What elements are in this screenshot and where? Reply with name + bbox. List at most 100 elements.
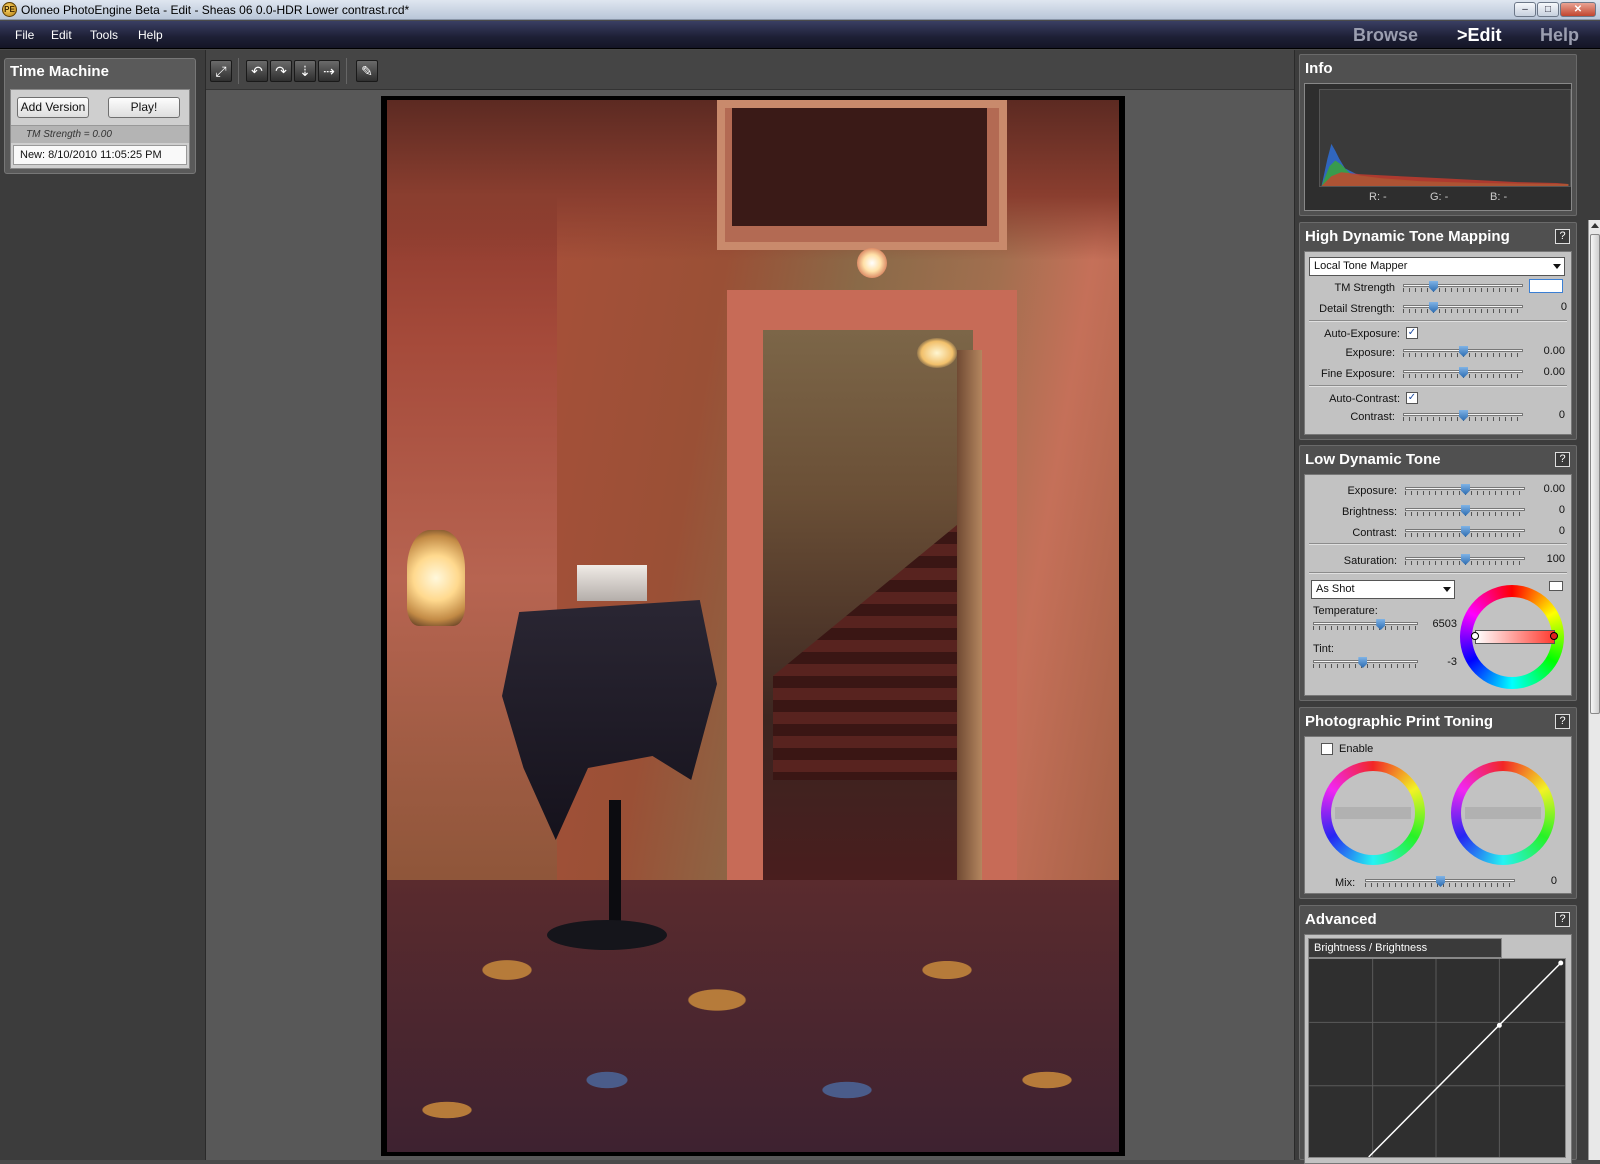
menu-file[interactable]: File bbox=[15, 28, 34, 42]
hdr-exposure-label: Exposure: bbox=[1345, 347, 1395, 359]
mode-tab-browse[interactable]: Browse bbox=[1353, 25, 1418, 46]
mix-slider[interactable] bbox=[1365, 876, 1515, 887]
right-panel: Info R: - G: - B: - High Dynamic Tone Ma… bbox=[1294, 50, 1600, 1164]
left-panel: Time Machine Add Version Play! TM Streng… bbox=[0, 50, 206, 1160]
brightness-slider[interactable] bbox=[1405, 505, 1525, 516]
fit-to-window-icon[interactable]: ⤢ bbox=[210, 60, 232, 82]
tone-mapper-value: Local Tone Mapper bbox=[1314, 260, 1408, 272]
menu-edit[interactable]: Edit bbox=[51, 28, 72, 42]
low-dynamic-tone-panel: Low Dynamic Tone ? Exposure: 0.00 Bright… bbox=[1299, 445, 1577, 701]
maximize-button[interactable]: □ bbox=[1537, 2, 1559, 17]
histogram-box: R: - G: - B: - bbox=[1304, 83, 1572, 211]
chevron-down-icon bbox=[1443, 587, 1451, 592]
tint-slider[interactable] bbox=[1313, 657, 1418, 668]
hdr-photo-preview[interactable] bbox=[387, 100, 1119, 1152]
rotate-left-icon[interactable]: ↶ bbox=[246, 60, 268, 82]
photo-table-pole bbox=[609, 800, 621, 930]
advanced-body: Brightness / Brightness bbox=[1304, 934, 1572, 1164]
fine-exposure-value: 0.00 bbox=[1543, 366, 1565, 378]
advanced-panel: Advanced ? Brightness / Brightness bbox=[1299, 905, 1577, 1164]
white-balance-wheel[interactable] bbox=[1460, 585, 1564, 689]
curve-point bbox=[1496, 1022, 1502, 1028]
tone-curve-line bbox=[1368, 962, 1562, 1157]
tm-strength-input[interactable] bbox=[1529, 279, 1563, 293]
add-version-button[interactable]: Add Version bbox=[17, 97, 89, 118]
advanced-title: Advanced bbox=[1305, 911, 1377, 928]
hdr-help-icon[interactable]: ? bbox=[1555, 229, 1570, 244]
version-list-item[interactable]: New: 8/10/2010 11:05:25 PM bbox=[13, 145, 187, 165]
ldt-help-icon[interactable]: ? bbox=[1555, 452, 1570, 467]
tone-curve-editor[interactable] bbox=[1308, 958, 1566, 1158]
menu-help[interactable]: Help bbox=[138, 28, 163, 42]
mix-value: 0 bbox=[1550, 875, 1557, 887]
ldt-title: Low Dynamic Tone bbox=[1305, 451, 1441, 468]
flip-horizontal-icon[interactable]: ⇢ bbox=[318, 60, 340, 82]
detail-strength-value: 0 bbox=[1560, 301, 1567, 313]
brightness-value: 0 bbox=[1558, 504, 1565, 516]
hdr-contrast-slider[interactable] bbox=[1403, 410, 1523, 421]
auto-exposure-label: Auto-Exposure: bbox=[1324, 328, 1400, 340]
highlights-toning-wheel[interactable] bbox=[1451, 761, 1555, 865]
rotate-right-icon[interactable]: ↷ bbox=[270, 60, 292, 82]
toolbar-separator bbox=[238, 58, 239, 84]
minimize-button[interactable]: – bbox=[1514, 2, 1536, 17]
ldt-contrast-slider[interactable] bbox=[1405, 526, 1525, 537]
tm-strength-slider[interactable] bbox=[1403, 281, 1523, 292]
tone-mapper-select[interactable]: Local Tone Mapper bbox=[1309, 257, 1565, 276]
wheel-handle-white[interactable] bbox=[1471, 632, 1479, 640]
white-balance-select[interactable]: As Shot bbox=[1311, 580, 1455, 599]
flip-vertical-icon[interactable]: ⇣ bbox=[294, 60, 316, 82]
ldt-exposure-slider[interactable] bbox=[1405, 484, 1525, 495]
curve-point bbox=[1558, 960, 1564, 966]
brightness-label: Brightness: bbox=[1341, 506, 1397, 518]
slider-track bbox=[1403, 284, 1523, 287]
info-panel: Info R: - G: - B: - bbox=[1299, 54, 1577, 216]
mode-tab-edit[interactable]: >Edit bbox=[1457, 25, 1502, 46]
temperature-label: Temperature: bbox=[1313, 605, 1378, 617]
fine-exposure-label: Fine Exposure: bbox=[1321, 368, 1395, 380]
window-title: Oloneo PhotoEngine Beta - Edit - Sheas 0… bbox=[21, 3, 410, 17]
slider-ticks bbox=[1403, 309, 1523, 313]
menu-tools[interactable]: Tools bbox=[90, 28, 118, 42]
fine-exposure-slider[interactable] bbox=[1403, 367, 1523, 378]
right-panel-scrollbar[interactable] bbox=[1588, 220, 1600, 1160]
slider-ticks bbox=[1313, 626, 1418, 630]
hdr-tone-mapping-panel: High Dynamic Tone Mapping ? Local Tone M… bbox=[1299, 222, 1577, 440]
scrollbar-thumb[interactable] bbox=[1590, 234, 1600, 714]
toning-bar bbox=[1465, 807, 1541, 819]
white-swatch bbox=[1549, 581, 1563, 591]
ldt-exposure-label: Exposure: bbox=[1347, 485, 1397, 497]
detail-strength-slider[interactable] bbox=[1403, 302, 1523, 313]
tint-label: Tint: bbox=[1313, 643, 1334, 655]
print-toning-panel: Photographic Print Toning ? Enable Mix: … bbox=[1299, 707, 1577, 899]
temperature-slider[interactable] bbox=[1313, 619, 1418, 630]
enable-checkbox[interactable] bbox=[1321, 743, 1333, 755]
eyedropper-icon[interactable]: ✎ bbox=[356, 60, 378, 82]
toning-bar bbox=[1335, 807, 1411, 819]
play-button[interactable]: Play! bbox=[108, 97, 180, 118]
close-button[interactable]: ✕ bbox=[1560, 2, 1596, 17]
photo-wall-lamp bbox=[407, 530, 465, 626]
saturation-slider[interactable] bbox=[1405, 554, 1525, 565]
auto-exposure-checkbox[interactable]: ✓ bbox=[1406, 327, 1418, 339]
time-machine-title: Time Machine bbox=[10, 63, 109, 80]
tint-value: -3 bbox=[1447, 656, 1457, 668]
ppt-help-icon[interactable]: ? bbox=[1555, 714, 1570, 729]
advanced-help-icon[interactable]: ? bbox=[1555, 912, 1570, 927]
app-icon: PE bbox=[2, 2, 17, 17]
shadows-toning-wheel[interactable] bbox=[1321, 761, 1425, 865]
ppt-title: Photographic Print Toning bbox=[1305, 713, 1494, 730]
ldt-contrast-label: Contrast: bbox=[1352, 527, 1397, 539]
saturation-value: 100 bbox=[1546, 553, 1565, 565]
photo-door bbox=[957, 350, 982, 890]
saturation-label: Saturation: bbox=[1343, 555, 1397, 567]
canvas-area: ⤢ ↶ ↷ ⇣ ⇢ ✎ bbox=[206, 50, 1294, 1160]
mode-tab-help[interactable]: Help bbox=[1540, 25, 1579, 46]
wheel-handle-red[interactable] bbox=[1550, 632, 1558, 640]
auto-contrast-checkbox[interactable]: ✓ bbox=[1406, 392, 1418, 404]
curve-tab[interactable]: Brightness / Brightness bbox=[1308, 938, 1502, 958]
slider-track bbox=[1403, 305, 1523, 308]
ldt-exposure-value: 0.00 bbox=[1543, 483, 1565, 495]
hdr-exposure-slider[interactable] bbox=[1403, 346, 1523, 357]
scroll-up-icon[interactable] bbox=[1591, 223, 1599, 228]
